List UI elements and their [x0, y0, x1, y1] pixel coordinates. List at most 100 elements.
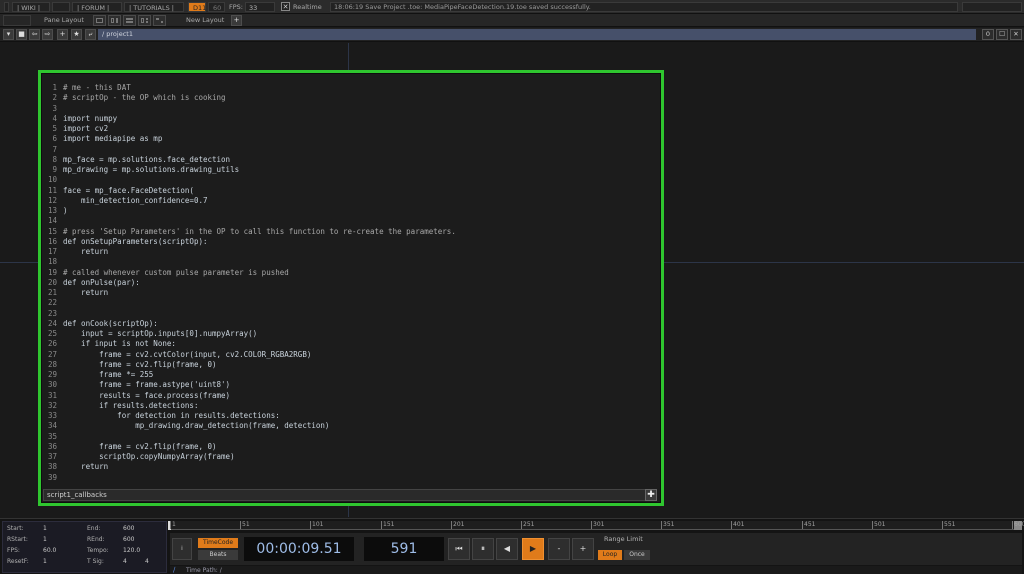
line-number: 3: [52, 103, 57, 113]
network-path-field[interactable]: / project1: [98, 29, 976, 40]
tutorials-link[interactable]: | TUTORIALS |: [124, 2, 184, 12]
resetf-value[interactable]: 1: [43, 558, 47, 565]
loop-button[interactable]: Loop: [598, 550, 622, 560]
code-line[interactable]: 11 face = mp_face.FaceDetection(: [45, 186, 657, 196]
layout-split-vertical-icon[interactable]: [108, 15, 121, 26]
line-number: 12: [47, 195, 57, 205]
code-line[interactable]: 24 def onCook(scriptOp):: [45, 319, 657, 329]
code-editor[interactable]: 1 # me - this DAT 2 # scriptOp - the OP whi…: [45, 83, 657, 483]
layout-single-icon[interactable]: [93, 15, 106, 26]
wiki-link[interactable]: | WIKI |: [12, 2, 50, 12]
code-line[interactable]: 16 def onSetupParameters(scriptOp):: [45, 237, 657, 247]
pause-icon[interactable]: ⏸: [472, 538, 494, 560]
start-value[interactable]: 1: [43, 525, 47, 532]
code-line[interactable]: 31 results = face.process(frame): [45, 391, 657, 401]
code-line[interactable]: 14: [45, 216, 657, 226]
code-line[interactable]: 32 if results.detections:: [45, 401, 657, 411]
d11-button[interactable]: D11: [188, 2, 206, 12]
back-icon[interactable]: ⇦: [29, 29, 40, 40]
code-line[interactable]: 36 frame = cv2.flip(frame, 0): [45, 442, 657, 452]
code-line[interactable]: 1 # me - this DAT: [45, 83, 657, 93]
menu-blank-button[interactable]: [52, 2, 70, 12]
forward-icon[interactable]: ⇨: [42, 29, 53, 40]
rstart-value[interactable]: 1: [43, 536, 47, 543]
line-number: 1: [52, 83, 57, 92]
code-line[interactable]: 10: [45, 175, 657, 185]
fps-label: FPS:: [229, 3, 243, 11]
code-line[interactable]: 22: [45, 298, 657, 308]
code-line[interactable]: 17 return: [45, 247, 657, 257]
code-line[interactable]: 18: [45, 257, 657, 267]
play-forward-icon[interactable]: ▶: [522, 538, 544, 560]
code-line[interactable]: 5 import cv2: [45, 124, 657, 134]
code-line[interactable]: 33 for detection in results.detections:: [45, 411, 657, 421]
add-operator-icon[interactable]: +: [57, 29, 68, 40]
line-number: 5: [52, 124, 57, 133]
line-number: 29: [47, 370, 57, 379]
code-line[interactable]: 4 import numpy: [45, 114, 657, 124]
time-path-icon: ∕: [173, 566, 176, 574]
fps-stat-value[interactable]: 60.0: [43, 547, 56, 554]
code-line[interactable]: 15 # press 'Setup Parameters' in the OP t…: [45, 227, 657, 237]
code-line[interactable]: 37 scriptOp.copyNumpyArray(frame): [45, 452, 657, 462]
realtime-checkbox[interactable]: ✕: [281, 2, 290, 11]
add-layout-button[interactable]: +: [231, 15, 242, 26]
code-line[interactable]: 25 input = scriptOp.inputs[0].numpyArray…: [45, 329, 657, 339]
code-line[interactable]: 38 return: [45, 462, 657, 472]
code-line[interactable]: 7: [45, 145, 657, 155]
layout-split-horizontal-icon[interactable]: [123, 15, 136, 26]
pane-id-button[interactable]: 0: [982, 29, 994, 40]
dat-expand-button[interactable]: ✚: [645, 489, 657, 501]
code-line[interactable]: 19 # called whenever custom pulse paramet…: [45, 268, 657, 278]
code-line[interactable]: 39: [45, 473, 657, 483]
bookmark-star-icon[interactable]: ★: [71, 29, 82, 40]
code-line[interactable]: 35: [45, 432, 657, 442]
code-line[interactable]: 13): [45, 206, 657, 216]
code-line[interactable]: 26 if input is not None:: [45, 339, 657, 349]
code-line[interactable]: 20 def onPulse(par):: [45, 278, 657, 288]
home-icon[interactable]: ■: [16, 29, 27, 40]
tempo-value[interactable]: 120.0: [123, 547, 140, 554]
rend-value[interactable]: 600: [123, 536, 134, 543]
beats-mode-button[interactable]: Beats: [198, 550, 238, 560]
timecode-display[interactable]: 00:00:09.51: [244, 537, 354, 561]
pane-close-icon[interactable]: ✕: [1010, 29, 1022, 40]
code-line[interactable]: 34 mp_drawing.draw_detection(frame, dete…: [45, 421, 657, 431]
timecode-mode-button[interactable]: TimeCode: [198, 538, 238, 548]
sixty-button[interactable]: 60: [208, 2, 225, 12]
layout-triple-icon[interactable]: [138, 15, 151, 26]
code-line[interactable]: 9 mp_drawing = mp.solutions.drawing_utils: [45, 165, 657, 175]
code-text: return: [63, 288, 109, 297]
ruler-tick: 201: [451, 521, 465, 529]
code-line[interactable]: 21 return: [45, 288, 657, 298]
code-line[interactable]: 23: [45, 309, 657, 319]
code-line[interactable]: 12 min_detection_confidence=0.7: [45, 196, 657, 206]
dat-name-field[interactable]: script1_callbacks: [43, 489, 653, 501]
forum-link[interactable]: | FORUM |: [72, 2, 122, 12]
code-line[interactable]: 30 frame = frame.astype('uint8'): [45, 380, 657, 390]
tsig-value-a[interactable]: 4: [123, 558, 127, 565]
step-forward-icon[interactable]: +: [572, 538, 594, 560]
timeline-ruler[interactable]: 1 51 101 151 201 251 301 351 401 451 501 551 600: [168, 521, 1024, 530]
layout-quad-icon[interactable]: [153, 15, 166, 26]
skip-to-start-icon[interactable]: ⏮: [448, 538, 470, 560]
tsig-value-b[interactable]: 4: [145, 558, 149, 565]
text-dat-viewer[interactable]: 1 # me - this DAT 2 # scriptOp - the OP whi…: [38, 70, 664, 506]
pane-menu-icon[interactable]: ▾: [3, 29, 14, 40]
code-line[interactable]: 28 frame = cv2.flip(frame, 0): [45, 360, 657, 370]
code-line[interactable]: 6 import mediapipe as mp: [45, 134, 657, 144]
code-line[interactable]: 2 # scriptOp - the OP which is cooking: [45, 93, 657, 103]
code-line[interactable]: 27 frame = cv2.cvtColor(input, cv2.COLOR…: [45, 350, 657, 360]
code-line[interactable]: 8 mp_face = mp.solutions.face_detection: [45, 155, 657, 165]
pane-maximize-icon[interactable]: ☐: [996, 29, 1008, 40]
step-back-icon[interactable]: -: [548, 538, 570, 560]
end-value[interactable]: 600: [123, 525, 134, 532]
new-layout-button[interactable]: New Layout: [186, 15, 224, 26]
play-reverse-icon[interactable]: ◀: [496, 538, 518, 560]
once-button[interactable]: Once: [624, 550, 650, 560]
code-line[interactable]: 3: [45, 104, 657, 114]
code-line[interactable]: 29 frame *= 255: [45, 370, 657, 380]
timeline-menu-icon[interactable]: ⁞: [172, 538, 192, 560]
frame-display[interactable]: 591: [364, 537, 444, 561]
parent-network-icon[interactable]: ⤶: [85, 29, 96, 40]
